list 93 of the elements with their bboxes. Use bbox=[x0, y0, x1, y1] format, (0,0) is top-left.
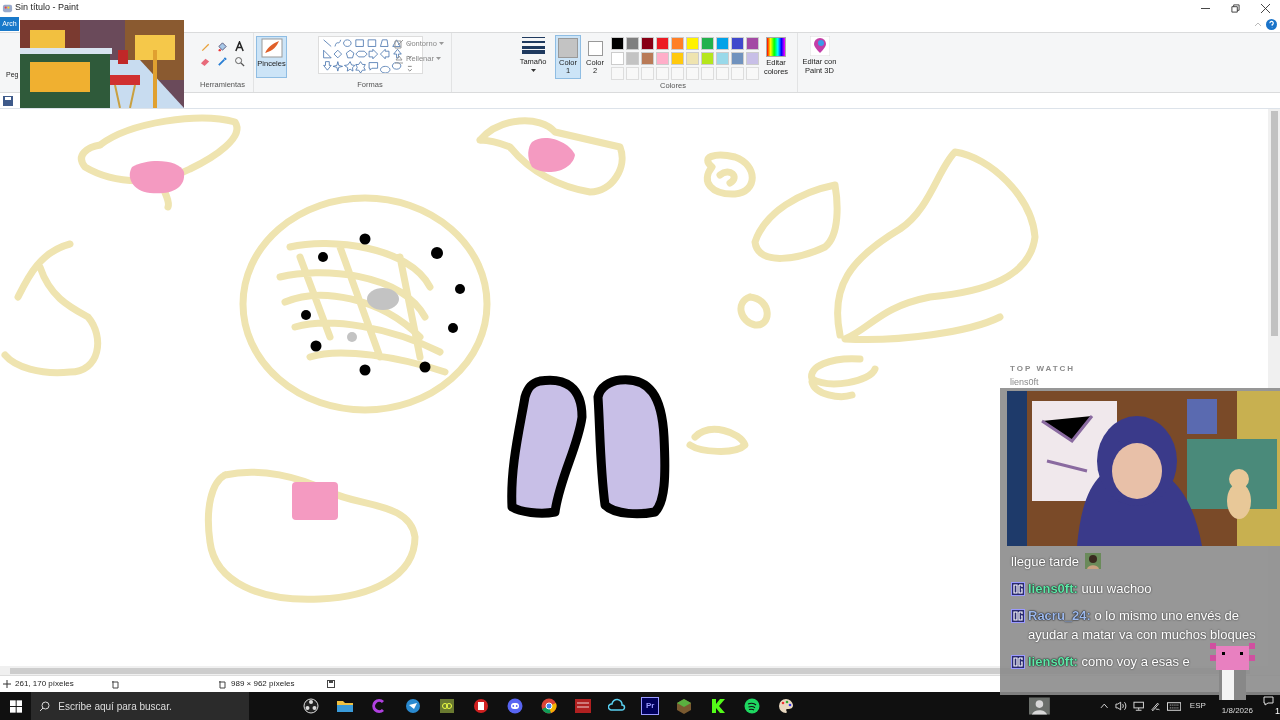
overlay-username: liens0ft bbox=[1010, 376, 1039, 389]
stop-icon[interactable] bbox=[471, 697, 490, 715]
chat-badge-icon bbox=[1011, 655, 1025, 669]
outline-icon bbox=[394, 38, 404, 49]
search-field[interactable]: Escribe aquí para buscar. bbox=[31, 692, 250, 720]
color-picker-icon[interactable] bbox=[217, 56, 228, 67]
save-icon[interactable] bbox=[3, 95, 13, 106]
close-icon[interactable] bbox=[1260, 3, 1270, 13]
windows-start-icon[interactable] bbox=[10, 699, 23, 713]
palette-swatch[interactable] bbox=[686, 37, 699, 50]
launcher-icon[interactable] bbox=[437, 697, 456, 715]
notification-button[interactable]: 1 bbox=[1262, 696, 1280, 716]
empty-swatch[interactable] bbox=[641, 67, 654, 80]
palette-swatch[interactable] bbox=[626, 37, 639, 50]
premiere-app-button[interactable]: Pr bbox=[641, 697, 660, 715]
magnifier-icon[interactable] bbox=[234, 56, 245, 67]
discord-icon[interactable] bbox=[505, 697, 524, 715]
palette-swatch[interactable] bbox=[626, 52, 639, 65]
fill-icon bbox=[394, 53, 404, 64]
caret-icon bbox=[530, 69, 536, 73]
restore-icon[interactable] bbox=[1230, 3, 1240, 13]
spotify-icon[interactable] bbox=[742, 697, 761, 715]
volume-icon[interactable] bbox=[1115, 701, 1127, 711]
search-input[interactable]: Escribe aquí para buscar. bbox=[58, 698, 199, 714]
palette-swatch[interactable] bbox=[686, 52, 699, 65]
palette-swatch[interactable] bbox=[746, 52, 759, 65]
help-icon[interactable] bbox=[1266, 18, 1277, 30]
chat-badge-icon bbox=[1011, 582, 1025, 596]
message-icon bbox=[1262, 696, 1274, 706]
empty-swatch[interactable] bbox=[656, 67, 669, 80]
paint-app-icon bbox=[2, 2, 13, 14]
palette-swatch[interactable] bbox=[716, 37, 729, 50]
palette-swatch[interactable] bbox=[656, 52, 669, 65]
keyboard-icon[interactable] bbox=[1166, 701, 1181, 711]
brush-icon bbox=[260, 38, 283, 58]
empty-swatch[interactable] bbox=[701, 67, 714, 80]
palette-swatch[interactable] bbox=[641, 52, 654, 65]
empty-swatch[interactable] bbox=[746, 67, 759, 80]
empty-swatch[interactable] bbox=[626, 67, 639, 80]
chat-message: Racru_24: o lo mismo uno envés de ayudar a matar va con muchos bloques bbox=[1028, 607, 1257, 644]
empty-swatch[interactable] bbox=[731, 67, 744, 80]
canvas-size: 989 × 962 píxeles bbox=[231, 678, 296, 690]
chat-message: liens0ft: uuu wachoo bbox=[1028, 580, 1153, 598]
pen-icon[interactable] bbox=[1150, 700, 1161, 712]
chat-badge-icon bbox=[1011, 609, 1025, 623]
fill-bucket-icon[interactable] bbox=[217, 41, 228, 52]
cursor-position: 261, 170 píxeles bbox=[15, 678, 75, 690]
grass-block-icon[interactable] bbox=[674, 697, 693, 715]
palette-swatch[interactable] bbox=[746, 37, 759, 50]
eraser-icon[interactable] bbox=[200, 56, 211, 67]
canvas-size-icon bbox=[218, 679, 227, 689]
search-icon bbox=[39, 700, 51, 712]
chrome-icon[interactable] bbox=[539, 697, 558, 715]
clock-date[interactable]: 1/8/2026 bbox=[1221, 705, 1253, 717]
smudges bbox=[347, 288, 399, 342]
window-title: Sin título - Paint bbox=[15, 1, 79, 15]
palette-swatch[interactable] bbox=[701, 37, 714, 50]
palette-swatch[interactable] bbox=[641, 37, 654, 50]
chat-message: liens0ft: como voy a esas e bbox=[1028, 653, 1191, 671]
palette-swatch[interactable] bbox=[611, 52, 624, 65]
selection-size-icon bbox=[111, 679, 120, 689]
palette-icon[interactable] bbox=[776, 697, 795, 715]
paint-3d-icon bbox=[809, 36, 830, 56]
palette-swatch[interactable] bbox=[656, 37, 669, 50]
avatar-icon[interactable] bbox=[1029, 697, 1050, 715]
file-size-icon bbox=[327, 680, 335, 688]
chat-message: llegue tarde bbox=[1011, 554, 1079, 569]
overlay-title: TOP WATCH bbox=[1010, 363, 1076, 375]
empty-swatch[interactable] bbox=[716, 67, 729, 80]
empty-swatch[interactable] bbox=[671, 67, 684, 80]
empty-swatch[interactable] bbox=[686, 67, 699, 80]
line-width-icon bbox=[521, 36, 545, 54]
pencil-icon[interactable] bbox=[200, 41, 211, 52]
paper-plane-icon[interactable] bbox=[403, 697, 422, 715]
network-icon[interactable] bbox=[1132, 701, 1145, 711]
palette-swatch[interactable] bbox=[671, 52, 684, 65]
empty-swatch[interactable] bbox=[611, 67, 624, 80]
caret-icon bbox=[435, 57, 441, 61]
obs-icon[interactable] bbox=[301, 697, 320, 715]
color-spectrum-icon bbox=[766, 37, 786, 57]
palette-swatch[interactable] bbox=[671, 37, 684, 50]
chevron-up-icon[interactable] bbox=[1099, 703, 1109, 709]
palette-swatch[interactable] bbox=[731, 37, 744, 50]
palette-swatch[interactable] bbox=[611, 37, 624, 50]
palette-swatch[interactable] bbox=[716, 52, 729, 65]
mixer-icon[interactable] bbox=[573, 697, 592, 715]
cursor-position-icon bbox=[3, 680, 11, 688]
palette-swatch[interactable] bbox=[731, 52, 744, 65]
text-tool-icon[interactable] bbox=[234, 41, 245, 52]
palette-swatch[interactable] bbox=[701, 52, 714, 65]
caret-icon bbox=[438, 42, 444, 46]
collapse-ribbon-icon[interactable] bbox=[1254, 21, 1262, 27]
language-indicator[interactable]: ESP bbox=[1189, 700, 1206, 712]
